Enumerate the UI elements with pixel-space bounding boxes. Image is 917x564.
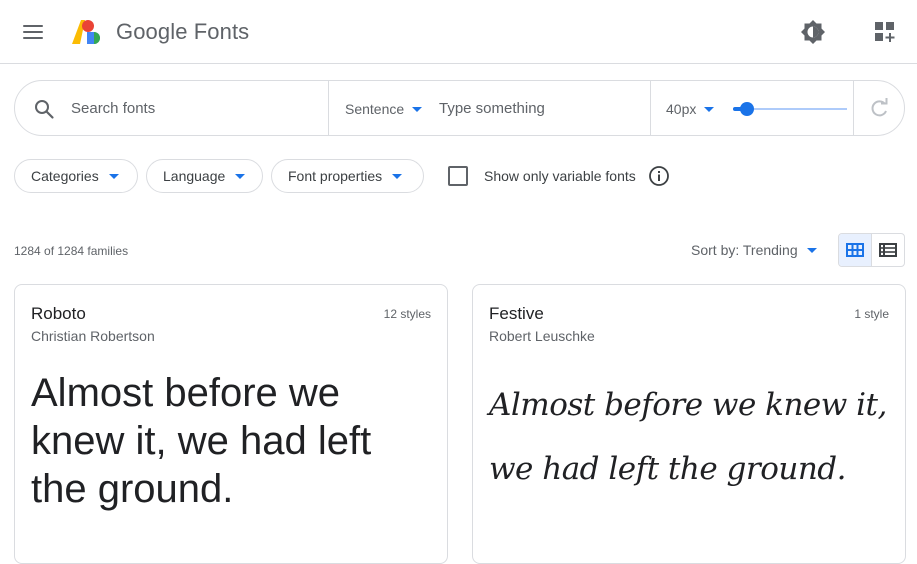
language-label: Language [163, 168, 226, 184]
result-count: 1284 of 1284 families [14, 244, 129, 258]
font-size-label: 40px [666, 101, 697, 117]
font-size-select[interactable]: 40px [666, 99, 715, 119]
search-input[interactable] [71, 93, 321, 123]
chevron-down-icon [392, 173, 403, 179]
grid-view-button[interactable] [839, 234, 872, 266]
brand-title[interactable]: Google Fonts [116, 19, 249, 45]
grid-view-icon [845, 243, 864, 257]
divider [650, 81, 651, 135]
list-view-button[interactable] [872, 234, 905, 266]
top-app-bar: Google Fonts [0, 0, 917, 64]
sort-select[interactable]: Sort by: Trending [691, 242, 817, 258]
font-card-festive[interactable]: Festive Robert Leuschke 1 style Almost b… [472, 284, 906, 564]
view-toggle [838, 233, 905, 267]
refresh-icon[interactable] [867, 96, 891, 120]
font-author: Robert Leuschke [489, 328, 595, 344]
font-name: Roboto [31, 304, 86, 323]
font-properties-label: Font properties [288, 168, 383, 184]
chevron-down-icon [704, 106, 715, 112]
font-size-slider[interactable] [733, 99, 847, 119]
font-card-roboto[interactable]: Roboto Christian Robertson 12 styles Alm… [14, 284, 448, 564]
sort-label: Sort by: Trending [691, 242, 798, 258]
categories-label: Categories [31, 168, 99, 184]
preview-text-input[interactable] [439, 93, 639, 123]
list-view-icon [878, 243, 897, 257]
divider [853, 81, 854, 135]
chevron-down-icon [412, 106, 423, 112]
chevron-down-icon [108, 173, 119, 179]
font-author: Christian Robertson [31, 328, 155, 344]
apps-add-icon[interactable] [873, 20, 897, 44]
divider [328, 81, 329, 135]
chevron-down-icon [235, 173, 246, 179]
font-style-count: 1 style [854, 307, 889, 321]
preview-mode-select[interactable]: Sentence [345, 99, 423, 119]
google-fonts-logo[interactable] [70, 18, 102, 46]
variable-fonts-label[interactable]: Show only variable fonts [484, 168, 636, 184]
categories-filter[interactable]: Categories [14, 159, 138, 193]
font-style-count: 12 styles [383, 307, 431, 321]
preview-mode-label: Sentence [345, 101, 405, 117]
font-sample-text: Almost before we knew it, we had left th… [489, 387, 887, 487]
variable-fonts-checkbox[interactable] [448, 166, 468, 186]
info-icon[interactable] [648, 165, 670, 187]
font-name: Festive [489, 304, 544, 323]
menu-icon[interactable] [22, 22, 44, 42]
language-filter[interactable]: Language [146, 159, 263, 193]
search-icon [35, 100, 54, 119]
slider-thumb[interactable] [740, 102, 754, 116]
font-properties-filter[interactable]: Font properties [271, 159, 424, 193]
search-and-preview-bar: Sentence 40px [14, 80, 905, 136]
brightness-icon[interactable] [799, 18, 827, 46]
font-sample-text: Almost before we knew it, we had left th… [31, 371, 372, 511]
chevron-down-icon [806, 247, 817, 253]
